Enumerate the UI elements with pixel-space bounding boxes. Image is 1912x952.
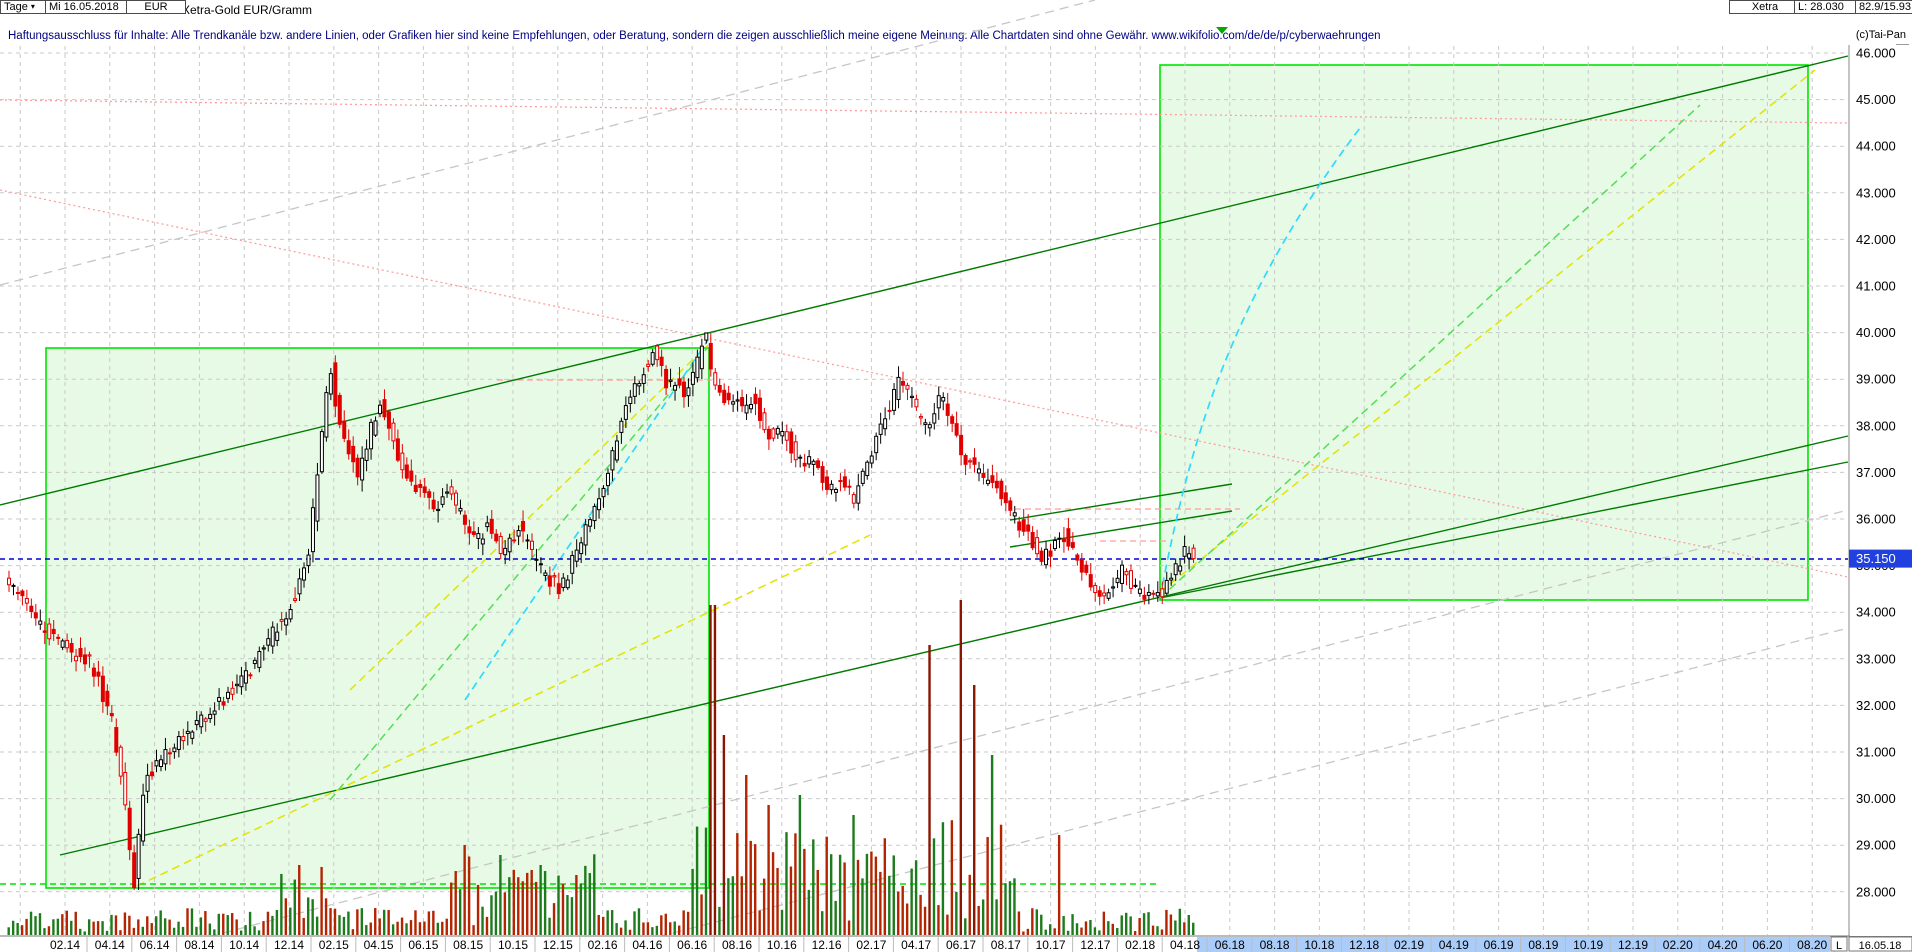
x-axis-label: 04.16 [632,938,662,952]
chart-canvas[interactable]: 02.14 04.14 06.14 08.14 10.14 12.14 02.15 04.15… [0,0,1912,952]
trend-channel-boxes [46,65,1808,888]
x-axis-label: 10.18 [1304,938,1334,952]
x-axis-label: 06.19 [1484,938,1514,952]
x-axis-label: 12.15 [543,938,573,952]
y-axis-label: 34.000 [1856,605,1896,620]
y-axis-label: 32.000 [1856,698,1896,713]
x-axis-label: 10.19 [1573,938,1603,952]
low-flag-label: L [1836,940,1842,952]
bottom-right-cells: L 16.05.18 [1831,937,1912,952]
last-price-marker-label: 35.150 [1856,551,1896,566]
y-axis-label: 44.000 [1856,139,1896,154]
x-axis-label: 04.15 [364,938,394,952]
x-axis-label: 08.16 [722,938,752,952]
y-axis-label: 38.000 [1856,418,1896,433]
price-axis: 46.000 45.000 44.000 43.000 42.000 41.000 40.0… [1849,45,1912,936]
x-axis-label: 06.14 [140,938,170,952]
x-axis-label: 08.20 [1797,938,1827,952]
x-axis-label: 04.14 [95,938,125,952]
y-axis-label: 30.000 [1856,791,1896,806]
y-axis-label: 29.000 [1856,838,1896,853]
x-axis-label: 02.14 [50,938,80,952]
x-axis-label: 02.15 [319,938,349,952]
y-axis-label: 36.000 [1856,512,1896,527]
chart-application-window: 1148 ▾ Di 29.10.2013 A0S9GB Xetra-Gold E… [0,0,1912,952]
x-axis-label: 08.15 [453,938,483,952]
x-axis-label: 12.16 [812,938,842,952]
y-axis-label: 31.000 [1856,745,1896,760]
x-axis-label: 10.14 [229,938,259,952]
y-axis-label: 37.000 [1856,465,1896,480]
y-axis-label: 46.000 [1856,46,1896,61]
y-axis-label: 33.000 [1856,651,1896,666]
x-axis-label: 02.16 [588,938,618,952]
x-axis-label: 10.17 [1036,938,1066,952]
y-axis-label: 43.000 [1856,185,1896,200]
x-axis-label: 08.19 [1528,938,1558,952]
x-axis-label: 06.17 [946,938,976,952]
x-axis-label: 12.17 [1080,938,1110,952]
x-axis-label: 12.14 [274,938,304,952]
x-axis-label: 02.18 [1125,938,1155,952]
x-axis-label: 10.15 [498,938,528,952]
y-axis-label: 40.000 [1856,325,1896,340]
x-axis-label: 04.19 [1439,938,1469,952]
x-axis-label: 06.20 [1752,938,1782,952]
x-axis-label: 06.16 [677,938,707,952]
x-axis-strip: 02.14 04.14 06.14 08.14 10.14 12.14 02.15 04.15… [0,936,1912,952]
x-axis-label: 02.19 [1394,938,1424,952]
y-axis-label: 41.000 [1856,279,1896,294]
x-axis-label: 06.18 [1215,938,1245,952]
x-axis-label: 08.14 [184,938,214,952]
x-axis-label: 12.18 [1349,938,1379,952]
x-axis-label: 06.15 [408,938,438,952]
x-axis-label: 04.18 [1170,938,1200,952]
y-axis-label: 45.000 [1856,92,1896,107]
x-axis-label: 04.20 [1708,938,1738,952]
signal-marker-icon [1216,27,1228,34]
x-axis-label: 08.17 [991,938,1021,952]
y-axis-label: 28.000 [1856,884,1896,899]
y-axis-label: 42.000 [1856,232,1896,247]
x-axis-label: 02.20 [1663,938,1693,952]
y-axis-label: 39.000 [1856,372,1896,387]
x-axis-label: 10.16 [767,938,797,952]
x-axis-label: 08.18 [1260,938,1290,952]
last-date-label: 16.05.18 [1859,940,1902,952]
x-axis-label: 02.17 [856,938,886,952]
x-axis-label: 04.17 [901,938,931,952]
x-axis-label: 12.19 [1618,938,1648,952]
